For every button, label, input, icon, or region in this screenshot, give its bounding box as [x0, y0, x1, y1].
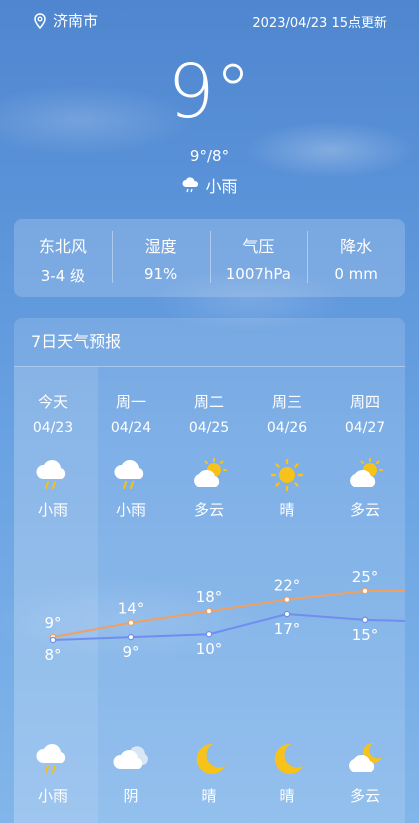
- stat-label: 湿度: [144, 237, 177, 256]
- low-temp-point: [49, 636, 57, 644]
- high-temp-point: [205, 607, 213, 615]
- condition-text: 小雨: [205, 177, 238, 196]
- low-temp-point: [127, 633, 135, 641]
- location-pin-icon: [34, 12, 46, 29]
- temperature-chart: 9° 8° 14° 9° 18° 10° 22° 17° 25° 15°: [44, 568, 405, 664]
- update-time: 2023/04/23 15点更新: [252, 16, 387, 31]
- forecast-panel[interactable]: 7日天气预报 今天 04/23 小雨 小雨 周一 04/24 小雨阴周二 04/25 多云晴周三…: [14, 318, 405, 823]
- stat-value: 91%: [143, 265, 178, 283]
- high-temp-label: 9°: [44, 614, 61, 632]
- low-temp-label: 17°: [274, 620, 301, 638]
- current-temperature: 9°: [167, 49, 252, 135]
- high-temp-label: 25°: [352, 568, 379, 586]
- high-temp-point: [283, 596, 291, 603]
- high-temp-label: 14°: [118, 600, 145, 618]
- high-temp-label: 22°: [274, 577, 301, 595]
- temp-range: 9°/8°: [189, 147, 230, 165]
- top-bar: 济南市 2023/04/23 15点更新: [0, 10, 419, 32]
- low-temp-label: 8°: [44, 646, 61, 664]
- stat-value: 1007hPa: [225, 265, 291, 283]
- stat-value: 0 mm: [334, 265, 378, 283]
- current-condition: 小雨: [0, 173, 419, 197]
- stat-label: 气压: [242, 237, 275, 256]
- high-temp-label: 18°: [196, 588, 223, 606]
- stat-label: 东北风: [38, 237, 87, 256]
- low-temp-point: [361, 616, 369, 624]
- high-temp-point: [361, 587, 369, 595]
- stat-wind: 东北风 3-4 级: [14, 219, 112, 297]
- stat-label: 降水: [340, 237, 373, 256]
- stat-pressure: 气压 1007hPa: [209, 219, 308, 297]
- low-temp-label: 10°: [196, 640, 223, 658]
- location[interactable]: 济南市: [33, 10, 98, 31]
- low-temp-label: 15°: [352, 626, 379, 644]
- rain-icon: [182, 177, 199, 193]
- high-temp-point: [127, 619, 135, 626]
- low-temp-point: [283, 610, 291, 618]
- low-temp-label: 9°: [122, 643, 139, 661]
- stat-humidity: 湿度 91%: [111, 219, 210, 297]
- city-name: 济南市: [53, 12, 99, 30]
- low-temp-point: [205, 631, 213, 638]
- stat-precipitation: 降水 0 mm: [307, 219, 405, 297]
- stats-card: 东北风 3-4 级 湿度 91% 气压 1007hPa 降水 0 mm: [14, 219, 405, 297]
- stat-value: 3-4 级: [40, 267, 86, 285]
